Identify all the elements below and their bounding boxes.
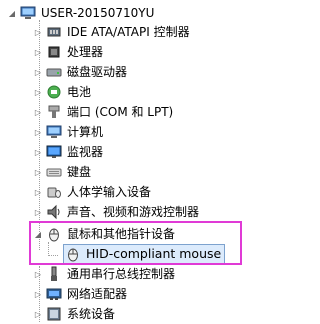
tree-item-disk[interactable]: ▷ 磁盘驱动器	[0, 62, 314, 82]
tree-item-label: 电池	[67, 85, 92, 99]
tree-item-label: 系统设备	[67, 307, 116, 321]
processor-icon	[46, 44, 62, 60]
computer-icon	[46, 124, 62, 140]
expand-arrow-icon[interactable]: ▷	[33, 187, 43, 197]
sound-icon	[46, 204, 62, 220]
ide-controller-icon	[46, 24, 62, 40]
tree-item-monitor[interactable]: ▷ 监视器	[0, 142, 314, 162]
tree-item-computer[interactable]: ▷ 计算机	[0, 122, 314, 142]
tree-item-network[interactable]: ▷ 网络适配器	[0, 284, 314, 304]
expand-arrow-icon[interactable]: ▷	[33, 269, 43, 279]
hid-icon	[46, 184, 62, 200]
expand-arrow-icon[interactable]: ▷	[33, 167, 43, 177]
tree-item-label: 人体学输入设备	[67, 185, 152, 199]
tree-root[interactable]: ◢ USER-20150710YU	[0, 3, 314, 23]
tree-item-label: 磁盘驱动器	[67, 65, 128, 79]
tree-item-sound[interactable]: ▷ 声音、视频和游戏控制器	[0, 202, 314, 222]
tree-item-port[interactable]: ▷ 端口 (COM 和 LPT)	[0, 102, 314, 122]
tree-item-label: 监视器	[67, 145, 104, 159]
tree-item-hid[interactable]: ▷ 人体学输入设备	[0, 182, 314, 202]
computer-icon	[20, 5, 36, 21]
expand-arrow-icon[interactable]: ▷	[33, 47, 43, 57]
tree-item-battery[interactable]: ▷ 电池	[0, 82, 314, 102]
expand-arrow-icon[interactable]: ▷	[33, 127, 43, 137]
battery-icon	[46, 84, 62, 100]
device-tree: ◢ USER-20150710YU ▷ IDE ATA/ATAPI 控制器 ▷ …	[0, 0, 314, 322]
tree-item-label: 键盘	[67, 165, 92, 179]
tree-root-label: USER-20150710YU	[41, 6, 155, 20]
expand-arrow-icon[interactable]: ▷	[33, 309, 43, 319]
tree-item-label: 网络适配器	[67, 287, 128, 301]
tree-item-ide[interactable]: ▷ IDE ATA/ATAPI 控制器	[0, 22, 314, 42]
keyboard-icon	[46, 164, 62, 180]
usb-controller-icon	[46, 266, 62, 282]
tree-item-label: 处理器	[67, 45, 104, 59]
tree-item-processor[interactable]: ▷ 处理器	[0, 42, 314, 62]
expand-arrow-icon[interactable]: ▷	[33, 207, 43, 217]
expand-arrow-icon[interactable]: ▷	[33, 289, 43, 299]
tree-item-usb[interactable]: ▷ 通用串行总线控制器	[0, 264, 314, 284]
expand-arrow-icon[interactable]: ▷	[33, 67, 43, 77]
expand-arrow-icon[interactable]: ▷	[33, 27, 43, 37]
tree-item-label: 端口 (COM 和 LPT)	[67, 105, 174, 119]
network-adapter-icon	[46, 286, 62, 302]
expand-arrow-icon[interactable]: ▷	[33, 87, 43, 97]
tree-item-label: 通用串行总线控制器	[67, 267, 176, 281]
expand-arrow-icon[interactable]: ▷	[33, 147, 43, 157]
port-icon	[46, 104, 62, 120]
highlight-annotation-box	[29, 221, 242, 265]
tree-item-label: 声音、视频和游戏控制器	[67, 205, 200, 219]
tree-item-keyboard[interactable]: ▷ 键盘	[0, 162, 314, 182]
tree-item-system[interactable]: ▷ 系统设备	[0, 304, 314, 324]
tree-item-label: 计算机	[67, 125, 104, 139]
expand-arrow-icon[interactable]: ▷	[33, 107, 43, 117]
collapse-arrow-icon[interactable]: ◢	[7, 8, 17, 18]
tree-item-label: IDE ATA/ATAPI 控制器	[67, 25, 190, 39]
monitor-icon	[46, 144, 62, 160]
disk-drive-icon	[46, 64, 62, 80]
system-device-icon	[46, 306, 62, 322]
